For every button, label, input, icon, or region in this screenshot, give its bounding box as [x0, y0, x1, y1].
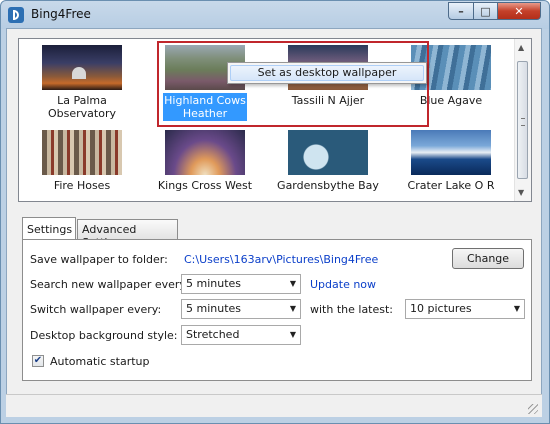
thumbnail-fire-hoses[interactable]: [42, 130, 122, 175]
chevron-down-icon: ▼: [513, 304, 520, 313]
search-interval-value: 5 minutes: [186, 277, 242, 290]
latest-label: with the latest:: [310, 303, 394, 316]
thumbnail-kings-cross-west[interactable]: [165, 130, 245, 175]
maximize-button[interactable]: □: [473, 2, 498, 20]
thumbnail-crater-lake[interactable]: [411, 130, 491, 175]
switch-interval-label: Switch wallpaper every:: [30, 303, 162, 316]
bing4free-app-icon[interactable]: [8, 7, 24, 23]
gallery-item[interactable]: Kings Cross West: [145, 130, 265, 192]
scroll-down-arrow-icon[interactable]: ▼: [518, 188, 524, 197]
update-now-link[interactable]: Update now: [310, 278, 376, 291]
highlight-annotation-box: [157, 41, 429, 127]
grip-icon: [521, 118, 525, 126]
gallery-item[interactable]: Fire Hoses: [22, 130, 142, 192]
close-button[interactable]: ✕: [497, 2, 541, 20]
background-style-label: Desktop background style:: [30, 329, 178, 342]
automatic-startup-checkbox[interactable]: ✔: [32, 355, 44, 367]
thumbnail-la-palma-observatory[interactable]: [42, 45, 122, 90]
search-interval-select[interactable]: 5 minutes ▼: [181, 274, 301, 294]
gallery-item[interactable]: Gardensbythe Bay: [268, 130, 388, 192]
scrollbar-thumb[interactable]: [517, 61, 528, 179]
switch-interval-value: 5 minutes: [186, 302, 242, 315]
gallery-item[interactable]: Crater Lake O R: [391, 130, 511, 192]
gallery-caption: La Palma Observatory: [48, 94, 116, 120]
change-button[interactable]: Change: [452, 248, 524, 269]
latest-count-value: 10 pictures: [410, 302, 472, 315]
background-style-value: Stretched: [186, 328, 240, 341]
tab-advanced-settings[interactable]: Advanced Settings: [77, 219, 178, 249]
minimize-button[interactable]: –: [448, 2, 474, 20]
tab-settings[interactable]: Settings: [22, 217, 76, 239]
window-title: Bing4Free: [31, 7, 91, 21]
gallery-caption: Fire Hoses: [53, 179, 111, 192]
thumbnail-gardensbythe-bay[interactable]: [288, 130, 368, 175]
title-bar[interactable]: Bing4Free – □ ✕: [1, 1, 549, 29]
switch-interval-select[interactable]: 5 minutes ▼: [181, 299, 301, 319]
chevron-down-icon: ▼: [289, 330, 296, 339]
scroll-up-arrow-icon[interactable]: ▲: [518, 43, 524, 52]
gallery-caption: Kings Cross West: [157, 179, 253, 192]
resize-grip-icon[interactable]: [528, 404, 538, 414]
automatic-startup-label: Automatic startup: [50, 355, 150, 368]
search-interval-label: Search new wallpaper every:: [30, 278, 189, 291]
set-wallpaper-menu-item[interactable]: Set as desktop wallpaper: [230, 65, 424, 81]
settings-panel: Save wallpaper to folder: C:\Users\163ar…: [22, 239, 532, 381]
gallery-caption: Gardensbythe Bay: [277, 179, 379, 192]
status-bar: [6, 394, 542, 417]
background-style-select[interactable]: Stretched ▼: [181, 325, 301, 345]
gallery-scrollbar[interactable]: ▲ ▼: [514, 39, 531, 201]
gallery-item[interactable]: La Palma Observatory: [22, 45, 142, 120]
chevron-down-icon: ▼: [289, 279, 296, 288]
latest-count-select[interactable]: 10 pictures ▼: [405, 299, 525, 319]
save-folder-label: Save wallpaper to folder:: [30, 253, 168, 266]
context-menu: Set as desktop wallpaper: [227, 62, 427, 84]
save-folder-path: C:\Users\163arv\Pictures\Bing4Free: [184, 253, 379, 266]
gallery-caption: Crater Lake O R: [407, 179, 495, 192]
chevron-down-icon: ▼: [289, 304, 296, 313]
